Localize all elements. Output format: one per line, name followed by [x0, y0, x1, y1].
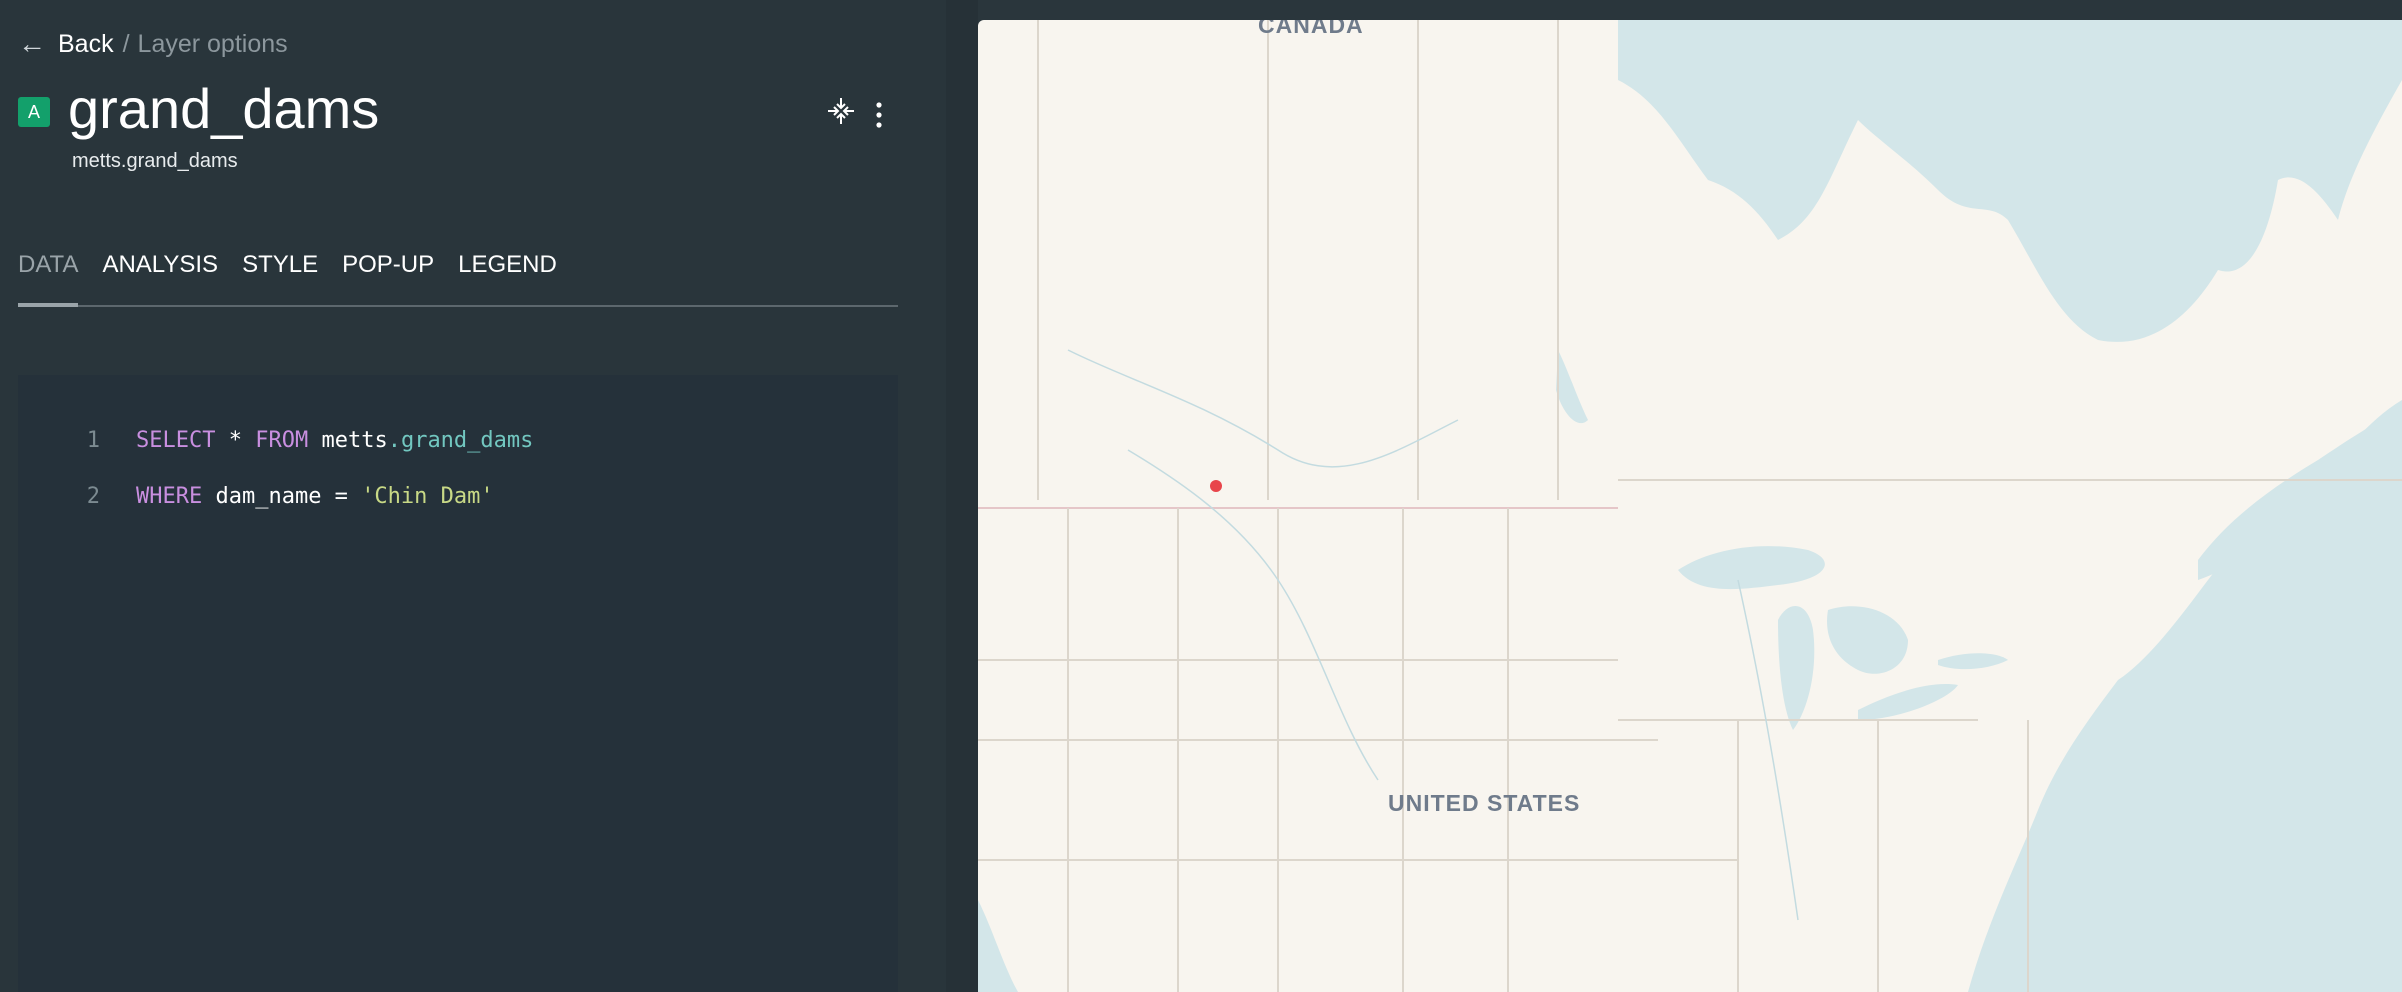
- lake-huron: [1827, 606, 1908, 674]
- tab-analysis[interactable]: ANALYSIS: [102, 245, 218, 305]
- sql-keyword: SELECT: [136, 428, 216, 453]
- lake-superior: [1678, 546, 1825, 590]
- sql-text: *: [215, 428, 256, 453]
- more-options-icon[interactable]: [874, 100, 884, 130]
- tab-pop-up[interactable]: POP-UP: [342, 245, 434, 305]
- back-link[interactable]: Back: [58, 30, 114, 59]
- sql-table-name: .grand_dams: [387, 428, 534, 453]
- sql-text: dam_name =: [202, 484, 362, 509]
- lake-winnipeg: [1556, 350, 1588, 424]
- sql-editor[interactable]: 1 SELECT * FROM metts .grand_dams 2 WHER…: [18, 375, 898, 992]
- sql-string: 'Chin Dam': [361, 484, 494, 509]
- layer-options-panel: ← Back / Layer options A grand_dams mett…: [0, 0, 946, 992]
- hudson-bay: [1618, 20, 2402, 342]
- sql-keyword: WHERE: [136, 484, 203, 509]
- line-number: 1: [86, 428, 100, 453]
- line-number: 2: [86, 484, 100, 509]
- back-breadcrumb[interactable]: ← Back / Layer options: [18, 28, 288, 60]
- breadcrumb-separator: /: [122, 29, 130, 58]
- pacific-ocean: [978, 900, 1018, 992]
- layer-title[interactable]: grand_dams: [68, 78, 379, 140]
- breadcrumb-current: Layer options: [137, 29, 288, 58]
- layer-letter-badge: A: [18, 97, 50, 127]
- panel-divider[interactable]: [946, 0, 978, 992]
- lake-ontario: [1938, 653, 2008, 670]
- layer-tabs: DATA ANALYSIS STYLE POP-UP LEGEND: [18, 245, 898, 307]
- basemap: [978, 20, 2402, 992]
- country-label-usa: UNITED STATES: [1388, 790, 1581, 816]
- tab-style[interactable]: STYLE: [242, 245, 318, 305]
- lake-michigan: [1778, 606, 1815, 730]
- tab-data[interactable]: DATA: [18, 245, 79, 307]
- collapse-icon[interactable]: [826, 96, 856, 133]
- dam-marker[interactable]: [1210, 480, 1222, 492]
- country-label-canada: CANADA: [1258, 20, 1364, 38]
- tab-legend[interactable]: LEGEND: [458, 245, 557, 305]
- map-view[interactable]: CANADA UNITED STATES: [978, 20, 2402, 992]
- sql-keyword: FROM: [255, 428, 309, 453]
- code-line-1[interactable]: 1 SELECT * FROM metts .grand_dams: [18, 428, 534, 453]
- sql-text: metts: [308, 428, 388, 453]
- layer-source-name: metts.grand_dams: [72, 150, 238, 172]
- back-arrow-icon[interactable]: ←: [18, 28, 46, 60]
- lake-erie: [1858, 684, 1958, 720]
- code-line-2[interactable]: 2 WHERE dam_name = 'Chin Dam': [18, 484, 494, 509]
- layer-title-row: A grand_dams: [18, 78, 379, 140]
- layer-actions: [826, 96, 884, 133]
